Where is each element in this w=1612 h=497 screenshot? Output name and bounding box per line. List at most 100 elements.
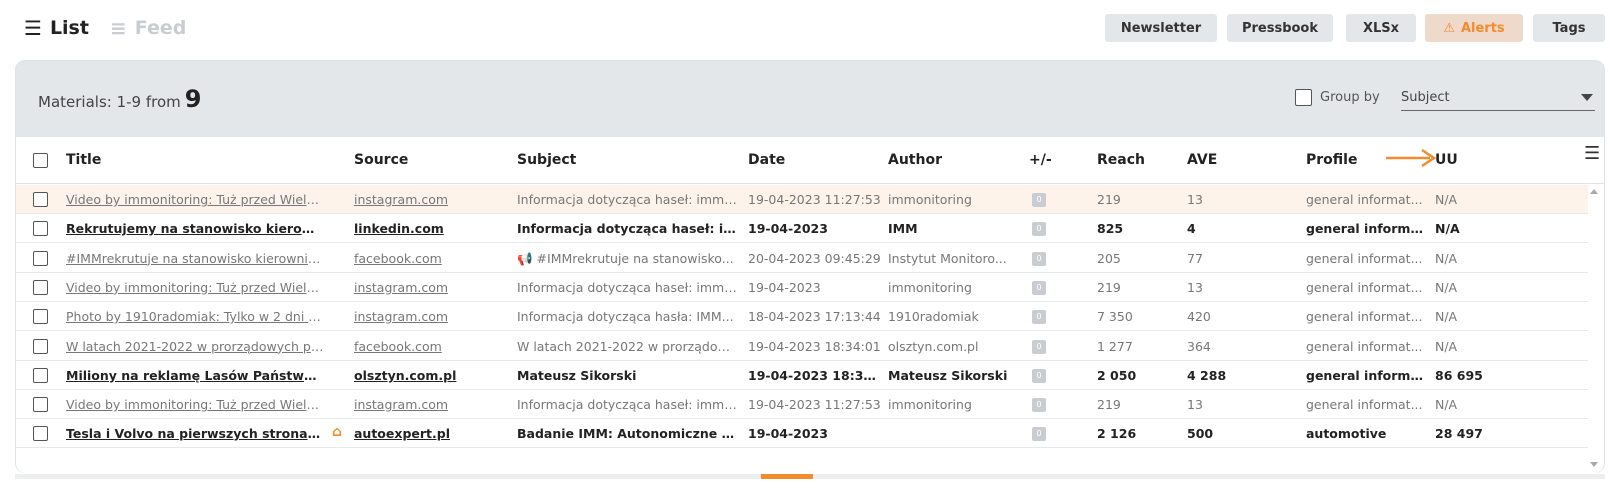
row-checkbox[interactable] (33, 309, 48, 325)
alerts-label: Alerts (1460, 20, 1505, 36)
row-title-link[interactable]: Miliony na reklamę Lasów Państwowy... (66, 368, 324, 383)
row-title-link[interactable]: Video by immonitoring: Tuż przed Wielk..… (66, 192, 324, 207)
column-reach[interactable]: Reach (1097, 152, 1177, 168)
row-uu: N/A (1435, 309, 1458, 325)
row-checkbox[interactable] (33, 397, 48, 413)
column-diff[interactable]: +/- (1029, 152, 1052, 168)
row-title-link[interactable]: Photo by 1910radomiak: Tylko w 2 dni w .… (66, 309, 324, 324)
menu-icon[interactable]: ☰ (1584, 143, 1600, 164)
group-by-select[interactable]: Subject (1401, 87, 1595, 111)
row-checkbox[interactable] (33, 367, 48, 383)
row-title-link[interactable]: Video by immonitoring: Tuż przed Wielk..… (66, 280, 324, 295)
table-row[interactable]: Tesla i Volvo na pierwszych stronach ...… (16, 419, 1588, 449)
table-row[interactable]: Rekrutujemy na stanowisko kierowni... lin… (16, 214, 1588, 244)
group-by-label: Group by (1320, 90, 1380, 105)
row-uu: N/A (1435, 338, 1458, 354)
row-title-link[interactable]: Tesla i Volvo na pierwszych stronach ... (66, 426, 324, 441)
row-checkbox[interactable] (33, 250, 48, 266)
row-diff-badge: 0 (1032, 280, 1046, 295)
table-row[interactable]: #IMMrekrutuje na stanowisko kierownik...… (16, 244, 1588, 273)
row-profile: general informat... (1306, 397, 1423, 413)
row-profile: general informat... (1306, 250, 1423, 266)
row-checkbox[interactable] (33, 426, 48, 442)
row-source-link[interactable]: olsztyn.com.pl (354, 368, 504, 383)
row-source-link[interactable]: linkedin.com (354, 221, 504, 236)
row-title-link[interactable]: W latach 2021-2022 w prorządowych pis... (66, 339, 324, 354)
materials-count: 9 (184, 85, 202, 113)
alerts-button[interactable]: ⚠ Alerts (1425, 14, 1523, 42)
row-diff-badge: 0 (1032, 339, 1046, 354)
row-profile: general informa... (1306, 367, 1424, 383)
row-uu: 28 497 (1435, 426, 1483, 442)
newsletter-button[interactable]: Newsletter (1105, 14, 1217, 42)
panel-header: Materials: 1-9 from 9 Group by Subject (16, 61, 1604, 137)
row-profile: automotive (1306, 426, 1387, 442)
xlsx-label: XLSx (1362, 20, 1400, 36)
row-reach: 2 050 (1097, 367, 1137, 383)
row-checkbox[interactable] (33, 279, 48, 295)
row-source-link[interactable]: facebook.com (354, 339, 504, 354)
row-reach: 219 (1097, 279, 1121, 295)
table-row[interactable]: Video by immonitoring: Tuż przed Wielk..… (16, 185, 1588, 214)
row-reach: 219 (1097, 397, 1121, 413)
xlsx-button[interactable]: XLSx (1346, 14, 1416, 42)
view-tab-list-label: List (49, 17, 89, 39)
row-ave: 4 (1187, 221, 1196, 237)
row-checkbox[interactable] (33, 338, 48, 354)
row-title-link[interactable]: Video by immonitoring: Tuż przed Wielk..… (66, 397, 324, 412)
row-uu: N/A (1435, 397, 1458, 413)
pressbook-button[interactable]: Pressbook (1227, 14, 1333, 42)
row-author: Mateusz Sikorski (888, 367, 1008, 383)
row-date: 19-04-2023 (748, 426, 828, 442)
scroll-down-icon[interactable] (1590, 462, 1598, 467)
row-ave: 13 (1187, 397, 1203, 413)
row-subject: Badanie IMM: Autonomiczne sa... (517, 426, 737, 442)
row-diff-badge: 0 (1032, 251, 1046, 266)
column-title[interactable]: Title (66, 152, 324, 168)
tags-button[interactable]: Tags (1533, 14, 1605, 42)
row-source-link[interactable]: instagram.com (354, 397, 504, 412)
row-checkbox[interactable] (33, 221, 48, 237)
list-icon: ☰ (24, 16, 42, 40)
view-tab-list[interactable]: ☰ List (24, 14, 89, 42)
row-diff-badge: 0 (1032, 427, 1046, 442)
row-source-link[interactable]: instagram.com (354, 280, 504, 295)
column-source[interactable]: Source (354, 152, 504, 168)
table-row[interactable]: Video by immonitoring: Tuż przed Wielk..… (16, 273, 1588, 302)
row-subject: Informacja dotycząca hasła: IMM... (517, 309, 734, 325)
row-title-link[interactable]: Rekrutujemy na stanowisko kierowni... (66, 221, 324, 236)
row-reach: 825 (1097, 221, 1124, 237)
column-ave[interactable]: AVE (1187, 152, 1267, 168)
row-checkbox[interactable] (33, 192, 48, 207)
row-profile: general informat... (1306, 279, 1423, 295)
horizontal-scrollbar-thumb[interactable] (761, 474, 813, 479)
table-row[interactable]: Video by immonitoring: Tuż przed Wielk..… (16, 390, 1588, 420)
horizontal-scrollbar[interactable] (15, 474, 1605, 479)
row-uu: 86 695 (1435, 367, 1483, 383)
row-source-link[interactable]: instagram.com (354, 309, 504, 324)
column-uu[interactable]: UU (1435, 152, 1515, 168)
select-all-checkbox[interactable] (33, 153, 48, 168)
warning-icon: ⚠ (1443, 20, 1455, 36)
scroll-up-icon[interactable] (1590, 189, 1598, 194)
table-row[interactable]: W latach 2021-2022 w prorządowych pis...… (16, 332, 1588, 361)
row-title-link[interactable]: #IMMrekrutuje na stanowisko kierownik... (66, 251, 324, 266)
table-row[interactable]: Photo by 1910radomiak: Tylko w 2 dni w .… (16, 302, 1588, 332)
column-subject[interactable]: Subject (517, 152, 737, 168)
row-source-link[interactable]: autoexpert.pl (354, 426, 504, 441)
row-ave: 13 (1187, 279, 1203, 295)
view-tab-feed[interactable]: ≡ Feed (110, 14, 186, 42)
chevron-down-icon (1581, 94, 1593, 101)
row-author: olsztyn.com.pl (888, 338, 979, 354)
row-ave: 500 (1187, 426, 1214, 442)
row-subject: Mateusz Sikorski (517, 367, 637, 383)
column-date[interactable]: Date (748, 152, 884, 168)
row-ave: 420 (1187, 309, 1211, 325)
row-source-link[interactable]: instagram.com (354, 192, 504, 207)
row-subject: Informacja dotycząca haseł: im... (517, 221, 737, 237)
row-source-link[interactable]: facebook.com (354, 251, 504, 266)
group-by-checkbox[interactable] (1295, 89, 1312, 106)
table-row[interactable]: Miliony na reklamę Lasów Państwowy... ols… (16, 361, 1588, 390)
group-by: Group by (1295, 89, 1380, 106)
column-author[interactable]: Author (888, 152, 1008, 168)
